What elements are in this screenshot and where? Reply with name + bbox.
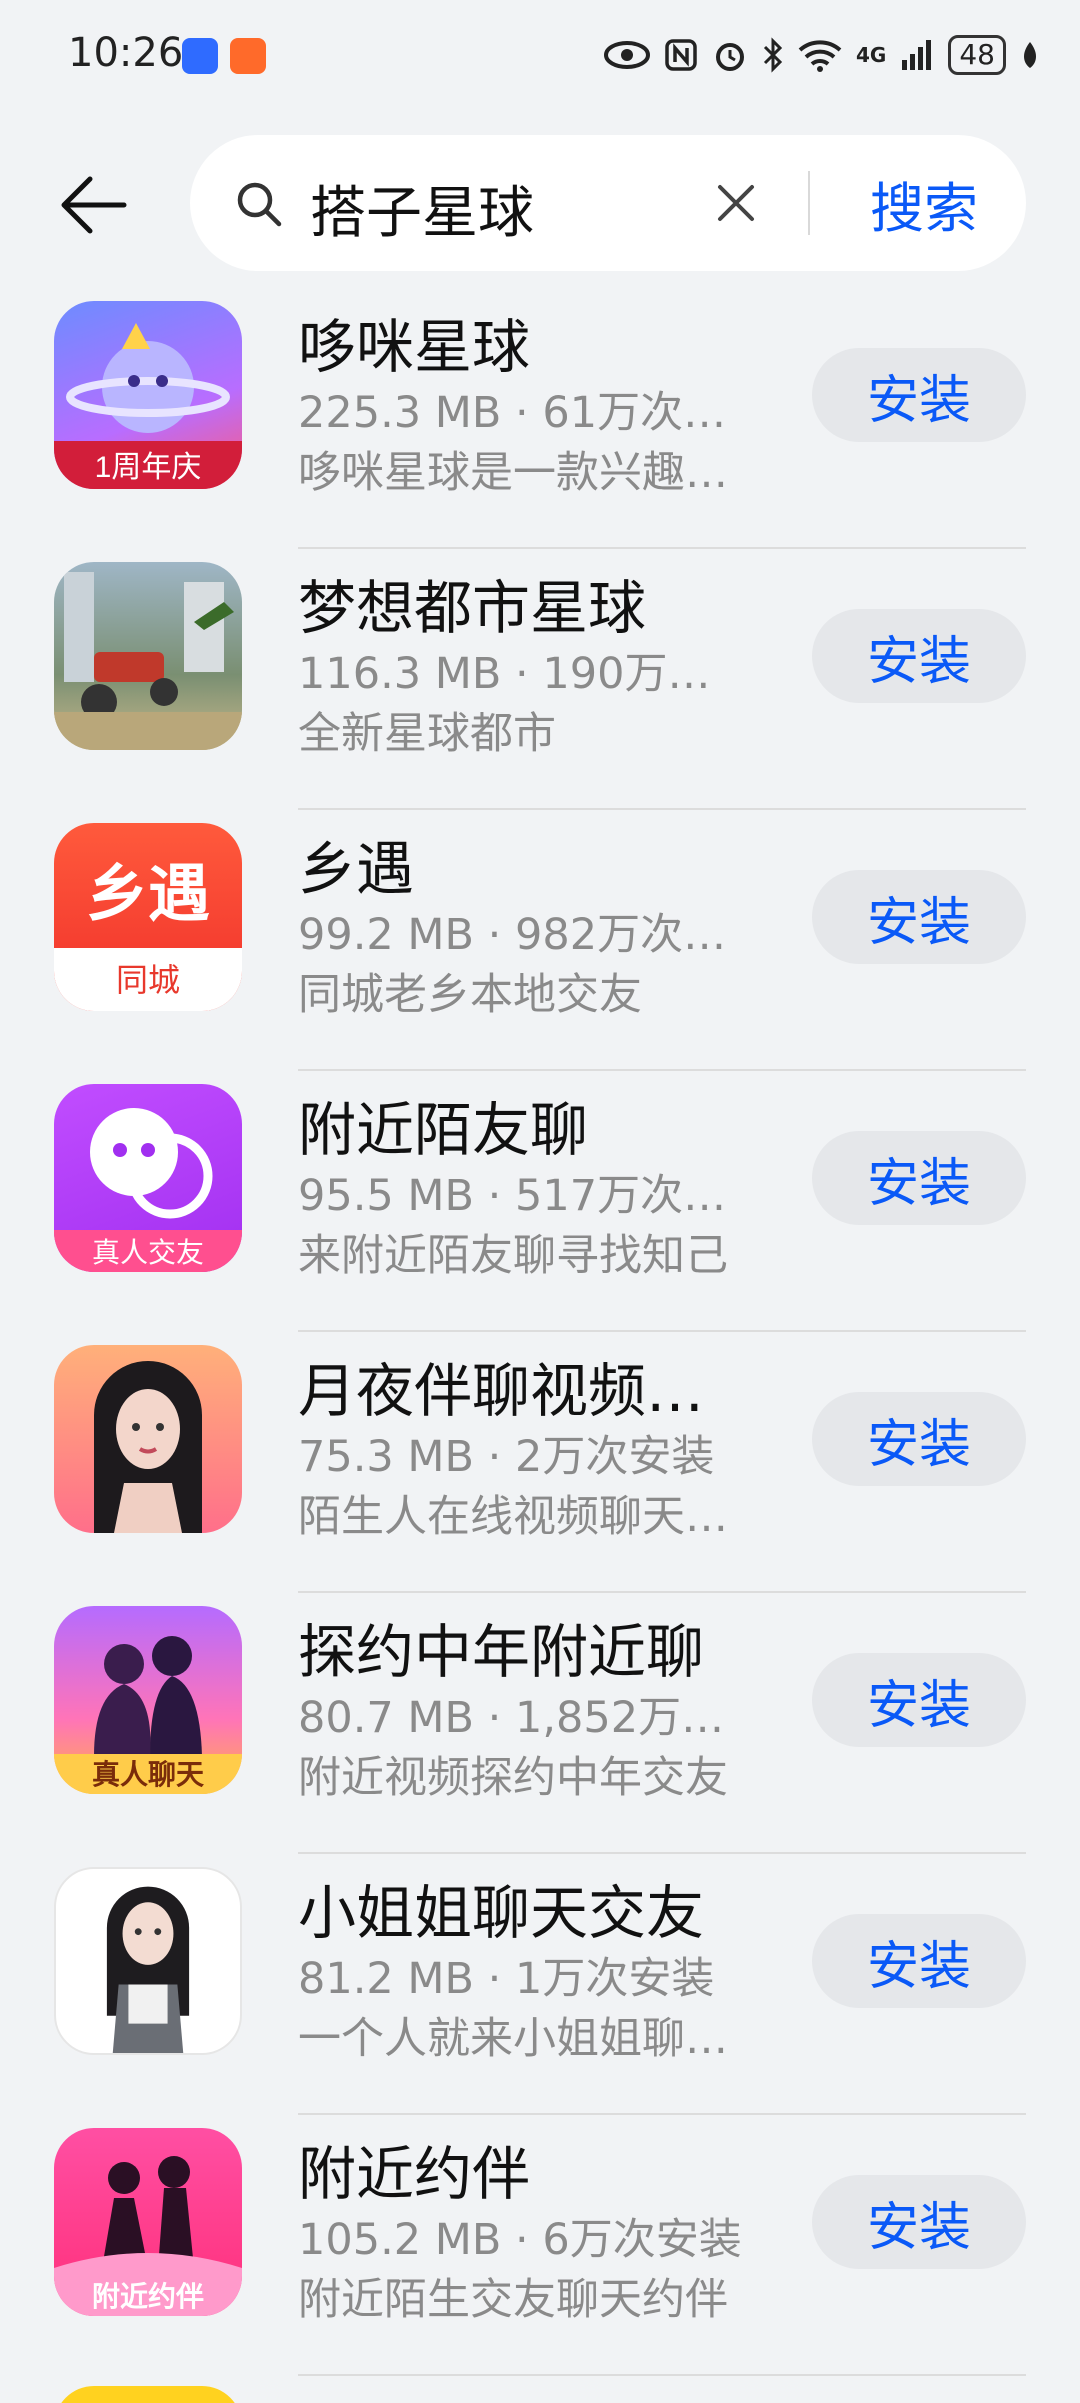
list-item[interactable]: 乡遇同城 乡遇 99.2 MB · 982万次安装 同城老乡本地交友 安装 <box>0 810 1080 1071</box>
app-name[interactable]: 小姐姐聊天交友 <box>298 1866 704 1950</box>
list-item[interactable]: 附近约伴 附近约伴 105.2 MB · 6万次安装 附近陌生交友聊天约伴 安装 <box>0 2115 1080 2376</box>
bluetooth-icon <box>763 37 783 73</box>
app-meta: 225.3 MB · 61万次安装 <box>298 388 748 438</box>
svg-text:真人聊天: 真人聊天 <box>92 1759 204 1790</box>
woman-portrait-icon[interactable] <box>54 1345 242 1533</box>
svg-text:真人交友: 真人交友 <box>92 1237 204 1268</box>
list-item[interactable]: 真人交友 附近陌友聊 95.5 MB · 517万次安装 来附近陌友聊寻找知己 … <box>0 1071 1080 1332</box>
back-arrow-icon[interactable] <box>56 165 136 245</box>
girl-portrait-icon[interactable] <box>54 1867 242 2055</box>
list-item[interactable]: 梦想都市星球 116.3 MB · 190万次安装 全新星球都市 安装 <box>0 549 1080 810</box>
app-name[interactable]: 附近陌友聊 <box>298 1083 588 1167</box>
list-item[interactable]: 小姐姐聊天交友 81.2 MB · 1万次安装 一个人就来小姐姐聊天交友 安装 <box>0 1854 1080 2115</box>
app-meta: 99.2 MB · 982万次安装 <box>298 910 748 960</box>
app-icon-partial[interactable] <box>54 2386 242 2403</box>
clear-icon[interactable] <box>712 179 760 227</box>
wifi-icon <box>798 40 842 72</box>
app-name[interactable]: 探约中年附近聊 <box>298 1605 704 1689</box>
app-name[interactable]: 哆咪星球 <box>298 300 530 384</box>
install-button[interactable]: 安装 <box>812 1392 1026 1486</box>
app-notification-icon <box>182 38 218 74</box>
app-description: 附近陌生交友聊天约伴 <box>298 2275 728 2325</box>
leaf-icon <box>1024 42 1036 68</box>
app-name[interactable]: 乡遇 <box>298 822 414 906</box>
app-description: 一个人就来小姐姐聊天交友 <box>298 2014 728 2064</box>
list-item[interactable]: 1周年庆 哆咪星球 225.3 MB · 61万次安装 哆咪星球是一款兴趣社交应… <box>0 288 1080 549</box>
search-input[interactable]: 搭子星球 搜索 <box>190 135 1026 271</box>
network-type: 4G <box>856 43 887 67</box>
app-description: 来附近陌友聊寻找知己 <box>298 1231 728 1281</box>
xiangyu-logo-icon[interactable]: 乡遇 同城 <box>54 823 242 1011</box>
couple-silhouette-icon[interactable]: 真人聊天 <box>54 1606 242 1794</box>
list-item-partial[interactable] <box>0 2376 1080 2403</box>
app-meta: 75.3 MB · 2万次安装 <box>298 1432 715 1482</box>
status-bar: 10:26 4G 48 <box>0 0 1080 110</box>
list-item[interactable]: 月夜伴聊视频交友 75.3 MB · 2万次安装 陌生人在线视频聊天交友 安装 <box>0 1332 1080 1593</box>
search-divider <box>808 171 810 235</box>
signal-icon <box>902 40 932 70</box>
search-icon <box>237 182 282 227</box>
install-button[interactable]: 安装 <box>812 1131 1026 1225</box>
install-button[interactable]: 安装 <box>812 2175 1026 2269</box>
nfc-icon <box>665 39 697 71</box>
svg-text:乡遇: 乡遇 <box>86 860 210 929</box>
status-icons: 4G 48 <box>604 32 1040 78</box>
app-meta: 116.3 MB · 190万次安装 <box>298 649 748 699</box>
app-meta: 80.7 MB · 1,852万次安装 <box>298 1693 748 1743</box>
eye-icon <box>604 41 651 69</box>
app-meta: 105.2 MB · 6万次安装 <box>298 2215 742 2265</box>
search-results-list: 1周年庆 哆咪星球 225.3 MB · 61万次安装 哆咪星球是一款兴趣社交应… <box>0 288 1080 2376</box>
install-button[interactable]: 安装 <box>812 870 1026 964</box>
battery-icon: 48 <box>948 35 1006 75</box>
app-description: 同城老乡本地交友 <box>298 970 642 1020</box>
install-button[interactable]: 安装 <box>812 609 1026 703</box>
app-meta: 95.5 MB · 517万次安装 <box>298 1171 748 1221</box>
app-description: 附近视频探约中年交友 <box>298 1753 728 1803</box>
install-button[interactable]: 安装 <box>812 1653 1026 1747</box>
app-name[interactable]: 梦想都市星球 <box>298 561 646 645</box>
app-description: 全新星球都市 <box>298 709 556 759</box>
search-bar-row: 搭子星球 搜索 <box>0 135 1080 275</box>
app-name[interactable]: 附近约伴 <box>298 2127 530 2211</box>
svg-text:1周年庆: 1周年庆 <box>95 451 202 484</box>
dancing-couple-icon[interactable]: 附近约伴 <box>54 2128 242 2316</box>
app-notification-icon-2 <box>230 38 266 74</box>
app-description: 哆咪星球是一款兴趣社交应用 <box>298 448 728 498</box>
svg-text:附近约伴: 附近约伴 <box>92 2281 204 2312</box>
status-time: 10:26 <box>68 30 184 76</box>
planet-mascot-icon[interactable]: 1周年庆 <box>54 301 242 489</box>
search-query[interactable]: 搭子星球 <box>310 168 534 249</box>
app-description: 陌生人在线视频聊天交友 <box>298 1492 728 1542</box>
city-motorcycle-icon[interactable] <box>54 562 242 750</box>
list-item[interactable]: 真人聊天 探约中年附近聊 80.7 MB · 1,852万次安装 附近视频探约中… <box>0 1593 1080 1854</box>
search-button[interactable]: 搜索 <box>822 135 1026 271</box>
install-button[interactable]: 安装 <box>812 348 1026 442</box>
chat-bubbles-icon[interactable]: 真人交友 <box>54 1084 242 1272</box>
app-meta: 81.2 MB · 1万次安装 <box>298 1954 715 2004</box>
install-button[interactable]: 安装 <box>812 1914 1026 2008</box>
svg-text:同城: 同城 <box>116 962 180 998</box>
app-name[interactable]: 月夜伴聊视频交友 <box>298 1344 738 1428</box>
alarm-icon <box>716 43 745 71</box>
battery-level: 48 <box>959 38 995 71</box>
